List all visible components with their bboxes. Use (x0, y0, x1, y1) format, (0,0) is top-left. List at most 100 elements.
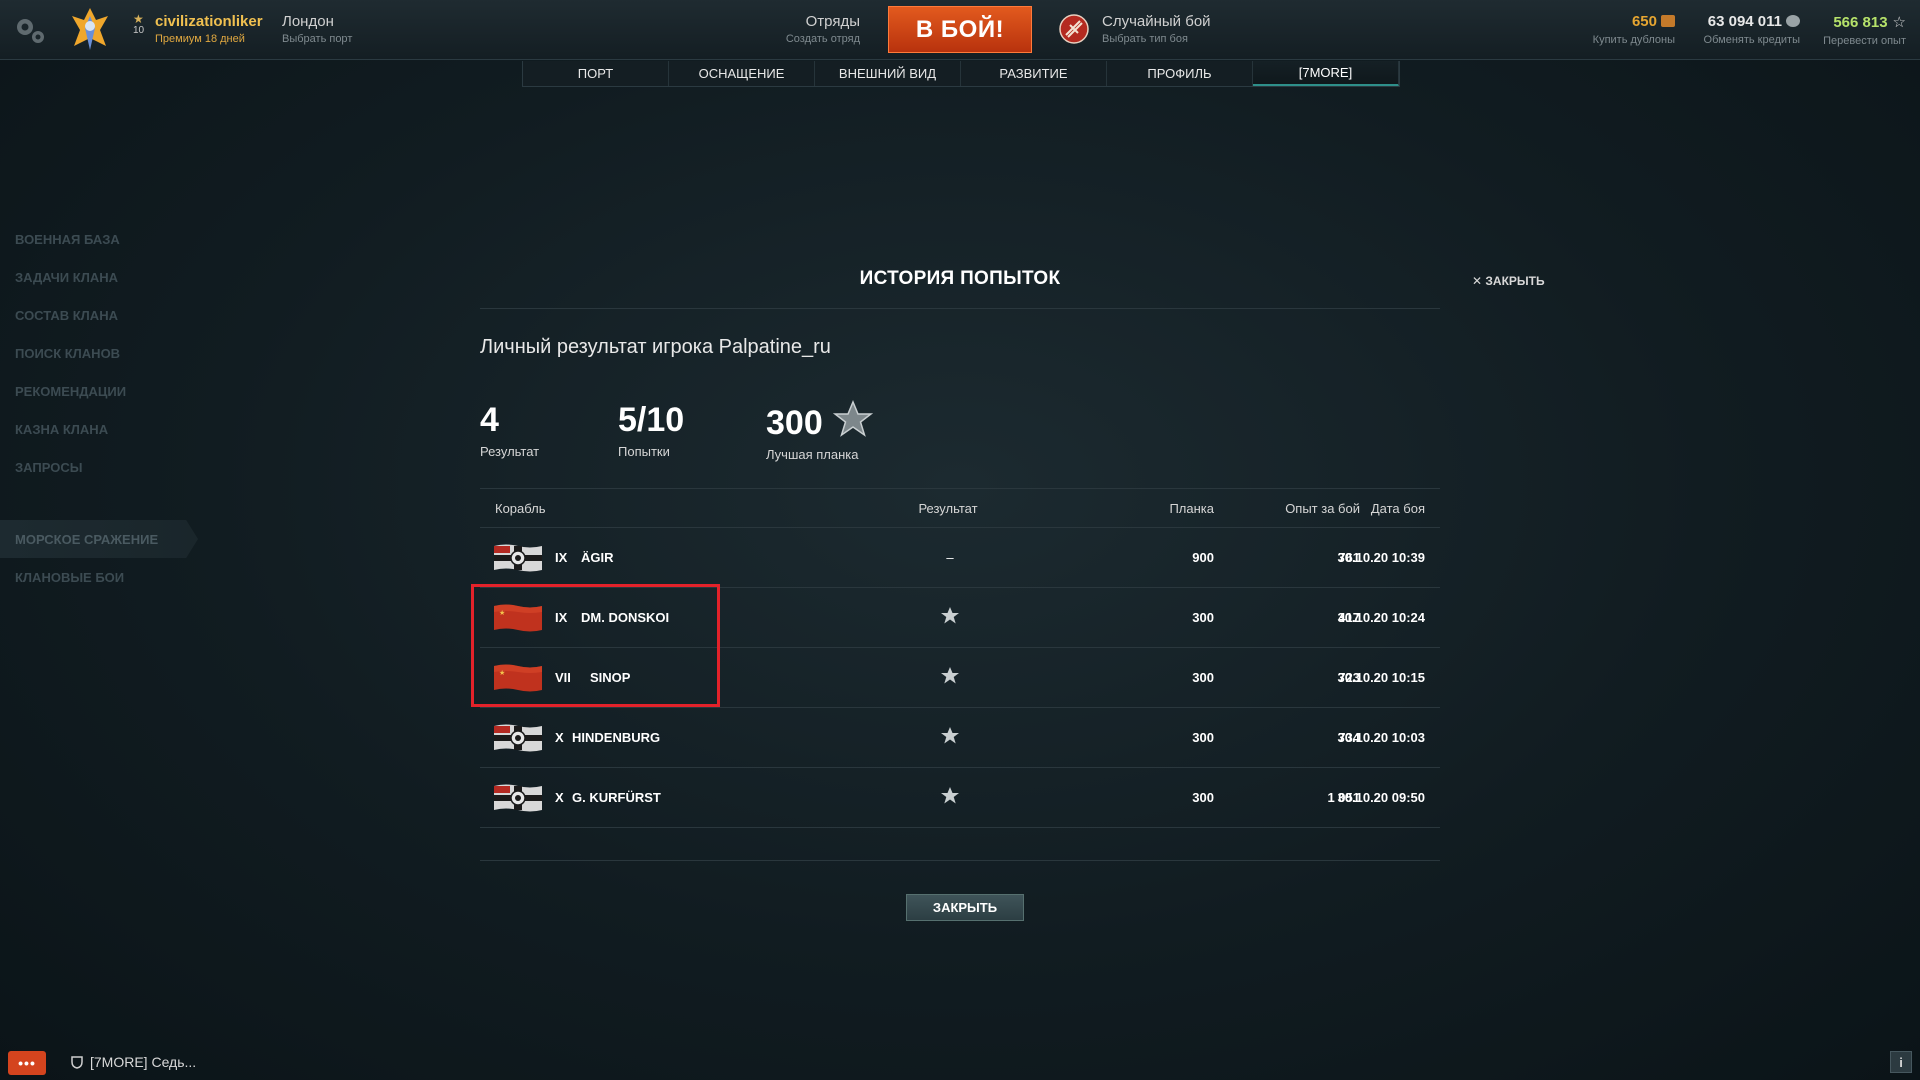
free-xp-value: 566 813 (1833, 14, 1888, 31)
ship-tier: X (555, 730, 564, 745)
stat-result: 4 Результат (480, 400, 539, 459)
convert-xp-link: Перевести опыт (1823, 35, 1906, 47)
ship-name: HINDENBURG (572, 730, 661, 745)
random-battle-icon[interactable] (1058, 13, 1090, 45)
germany-flag-icon (494, 544, 542, 572)
date-text: 30.10.20 10:24 (1337, 610, 1425, 625)
info-button[interactable]: i (1890, 1051, 1912, 1073)
username[interactable]: civilizationliker (155, 13, 263, 30)
date-text: 30.10.20 10:15 (1337, 670, 1425, 685)
tab-profile[interactable]: ПРОФИЛЬ (1107, 61, 1253, 86)
stat-result-label: Результат (480, 444, 540, 459)
free-xp-icon: ☆ (1892, 14, 1906, 31)
sidebar-item-clan-tasks[interactable]: ЗАДАЧИ КЛАНА (0, 258, 210, 296)
battle-button[interactable]: В БОЙ! (888, 6, 1032, 53)
tab-port[interactable]: ПОРТ (523, 61, 669, 86)
port-select-link[interactable]: Выбрать порт (282, 33, 352, 45)
germany-flag-icon (494, 784, 542, 812)
table-row[interactable]: X HINDENBURG 300 734 30.10.20 10:03 (480, 708, 1440, 768)
doubloons-value: 650 (1631, 13, 1657, 30)
result-value: – (946, 550, 954, 565)
premium-status[interactable]: Премиум 18 дней (155, 33, 245, 45)
chat-button[interactable]: ••• (8, 1051, 46, 1075)
squad-sub: Создать отряд (785, 33, 860, 45)
col-ship[interactable]: Корабль (495, 501, 545, 516)
stat-attempts-value: 5/10 (618, 401, 685, 439)
sidebar-item-naval-battle[interactable]: МОРСКОЕ СРАЖЕНИЕ (0, 520, 198, 558)
sidebar-item-clan-battles[interactable]: КЛАНОВЫЕ БОИ (0, 558, 210, 596)
red-highlight-box (471, 584, 720, 707)
modal-close-x-label: ЗАКРЫТЬ (1485, 274, 1545, 288)
modal-divider-bottom (480, 860, 1440, 861)
doubloons-display[interactable]: 650 Купить дублоны (1593, 13, 1675, 46)
tab-clan[interactable]: [7MORE] (1253, 61, 1399, 86)
plank-value: 300 (1192, 790, 1214, 805)
sidebar-item-requests[interactable]: ЗАПРОСЫ (0, 448, 210, 486)
stat-attempts: 5/10 Попытки (618, 400, 684, 459)
settings-gear-icon[interactable] (12, 12, 48, 48)
tab-development[interactable]: РАЗВИТИЕ (961, 61, 1107, 86)
result-star-icon (910, 607, 990, 625)
modal-close-button[interactable]: ЗАКРЫТЬ (906, 894, 1024, 921)
rank-level: 10 (133, 25, 145, 36)
tab-equipment[interactable]: ОСНАЩЕНИЕ (669, 61, 815, 86)
stat-best-plank-value: 300 (766, 404, 823, 442)
plank-value: 300 (1192, 610, 1214, 625)
rank-star-icon: ★ (133, 12, 144, 26)
modal-divider (480, 308, 1440, 309)
sidebar-item-recommendations[interactable]: РЕКОМЕНДАЦИИ (0, 372, 210, 410)
table-row[interactable]: IX ÄGIR –900 761 30.10.20 10:39 (480, 528, 1440, 588)
clan-emblem-icon[interactable] (70, 6, 110, 54)
doubloon-icon (1661, 15, 1675, 27)
main-tabs: ПОРТ ОСНАЩЕНИЕ ВНЕШНИЙ ВИД РАЗВИТИЕ ПРОФ… (522, 61, 1400, 87)
squad-title: Отряды (805, 13, 860, 30)
ship-name: ÄGIR (581, 550, 614, 565)
clan-shield-icon (71, 1056, 83, 1069)
sidebar-item-clan-search[interactable]: ПОИСК КЛАНОВ (0, 334, 210, 372)
plank-value: 300 (1192, 730, 1214, 745)
close-icon: ✕ (1472, 274, 1486, 288)
stat-best-plank-label: Лучшая планка (766, 447, 859, 462)
stat-result-value: 4 (480, 401, 499, 439)
free-xp-display[interactable]: 566 813 ☆ Перевести опыт (1823, 13, 1906, 47)
clan-sidebar: ВОЕННАЯ БАЗА ЗАДАЧИ КЛАНА СОСТАВ КЛАНА П… (0, 220, 210, 596)
exchange-credits-link: Обменять кредиты (1703, 34, 1800, 46)
port-name[interactable]: Лондон (282, 13, 334, 30)
col-result[interactable]: Результат (898, 501, 998, 516)
modal-close-x-button[interactable]: ✕ ЗАКРЫТЬ (1472, 274, 1545, 288)
star-outline-icon (832, 400, 873, 437)
date-text: 30.10.20 10:03 (1337, 730, 1425, 745)
result-star-icon (910, 727, 990, 745)
sidebar-item-clan-members[interactable]: СОСТАВ КЛАНА (0, 296, 210, 334)
squad-button[interactable]: Отряды Создать отряд (770, 13, 860, 45)
credits-display[interactable]: 63 094 011 Обменять кредиты (1704, 13, 1800, 46)
tab-appearance[interactable]: ВНЕШНИЙ ВИД (815, 61, 961, 86)
date-text: 30.10.20 09:50 (1337, 790, 1425, 805)
result-star-icon (910, 667, 990, 685)
battle-mode-title[interactable]: Случайный бой (1102, 13, 1211, 30)
buy-doubloons-link: Купить дублоны (1592, 34, 1675, 46)
col-plank[interactable]: Планка (1114, 501, 1214, 516)
plank-value: 300 (1192, 670, 1214, 685)
sidebar-item-treasury[interactable]: КАЗНА КЛАНА (0, 410, 210, 448)
sidebar-item-military-base[interactable]: ВОЕННАЯ БАЗА (0, 220, 210, 258)
ship-tier: X (555, 790, 564, 805)
col-date[interactable]: Дата боя (1325, 501, 1425, 516)
top-bar: ★ 10 civilizationliker Премиум 18 дней Л… (0, 0, 1920, 60)
plank-value: 900 (1192, 550, 1214, 565)
date-text: 30.10.20 10:39 (1337, 550, 1425, 565)
ship-tier: IX (555, 550, 568, 565)
stat-best-plank: 300 Лучшая планка (766, 400, 873, 462)
clan-chat-channel[interactable]: [7MORE] Седь... (70, 1054, 196, 1070)
modal-title: ИСТОРИЯ ПОПЫТОК (859, 268, 1061, 289)
attempts-table-header: Корабль Результат Планка Опыт за бой Дат… (480, 488, 1440, 528)
ship-name: G. KURFÜRST (572, 790, 661, 805)
clan-chat-text: [7MORE] Седь... (90, 1054, 197, 1070)
stat-attempts-label: Попытки (618, 444, 670, 459)
credits-value: 63 094 011 (1707, 13, 1782, 30)
result-star-icon (910, 787, 990, 805)
germany-flag-icon (494, 724, 542, 752)
table-row[interactable]: X G. KURFÜRST 300 1 051 30.10.20 09:50 (480, 768, 1440, 828)
battle-mode-sub[interactable]: Выбрать тип боя (1102, 33, 1188, 45)
player-result-heading: Личный результат игрока Palpatine_ru (480, 336, 831, 358)
